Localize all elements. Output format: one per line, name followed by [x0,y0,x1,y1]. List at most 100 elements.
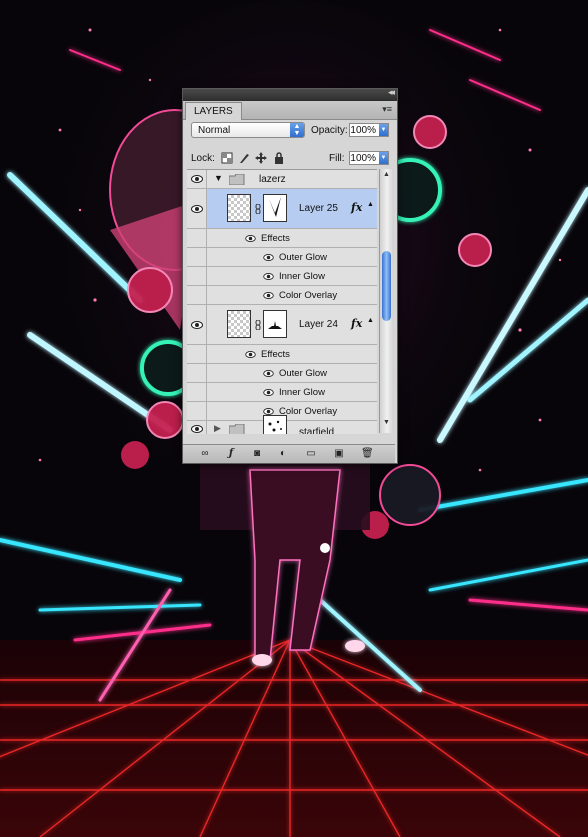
eye-icon[interactable] [245,351,256,358]
eye-icon[interactable] [191,321,203,329]
effect-row[interactable]: Outer Glow [187,364,377,383]
layer-mask-thumbnail[interactable] [263,310,287,338]
layer-row-25[interactable]: Layer 25 fx ▲ [187,189,377,229]
folder-icon [229,174,245,185]
eye-icon[interactable] [263,254,274,261]
effects-label: Effects [261,349,290,360]
opacity-label: Opacity: [311,125,348,136]
effect-row[interactable]: Inner Glow [187,267,377,286]
link-icon[interactable] [255,204,261,214]
fill-label: Fill: [329,153,345,164]
eye-icon[interactable] [263,370,274,377]
effect-outer-glow: Outer Glow [279,368,328,379]
eye-icon[interactable] [191,175,203,183]
visibility-toggle-empty[interactable] [187,364,207,382]
layer-name[interactable]: Layer 25 [299,203,338,214]
blend-opacity-row: Normal ▲ ▼ Opacity: 100% ▼ [191,122,389,140]
lock-fill-row: Lock: Fill: 100% ▼ [191,151,389,167]
eye-icon[interactable] [191,425,203,433]
fx-icon[interactable]: ƒ [225,448,237,460]
eye-icon[interactable] [263,292,274,299]
panel-tab-row: LAYERS ▾≡ [183,101,397,120]
layer-mask-thumbnail[interactable] [263,415,287,434]
lock-position-icon[interactable] [255,152,267,164]
opacity-slider-arrow-icon[interactable]: ▼ [379,124,388,136]
panel-menu-icon[interactable]: ▾≡ [382,104,392,115]
eye-icon[interactable] [191,205,203,213]
folder-icon [229,424,245,434]
tab-layers[interactable]: LAYERS [185,102,242,120]
add-mask-icon[interactable]: ◙ [251,448,263,460]
visibility-toggle-empty[interactable] [187,383,207,401]
visibility-toggle[interactable] [187,305,207,344]
mask-shape-icon [269,197,281,217]
effect-row[interactable]: Inner Glow [187,383,377,402]
effect-color-overlay: Color Overlay [279,290,338,301]
opacity-value: 100% [350,125,376,136]
trash-icon[interactable]: 🗑 [361,448,374,460]
blend-mode-dropdown[interactable]: Normal ▲ ▼ [191,122,305,138]
group-expand-triangle-icon[interactable]: ▼ [214,173,223,183]
effects-row[interactable]: Effects [187,345,377,364]
effect-row[interactable]: Outer Glow [187,248,377,267]
opacity-field[interactable]: 100% ▼ [349,123,389,137]
mask-shape-icon [268,321,282,329]
visibility-toggle[interactable] [187,421,207,434]
visibility-toggle-empty[interactable] [187,248,207,266]
collapse-effects-triangle-icon[interactable]: ▲ [367,201,374,208]
lock-all-icon[interactable] [273,152,285,164]
visibility-toggle-empty[interactable] [187,286,207,304]
lock-label: Lock: [191,153,215,164]
fill-slider-arrow-icon[interactable]: ▼ [379,152,388,164]
adjustment-layer-icon[interactable]: ◐ [277,448,289,460]
layer-group-row-partial[interactable]: ▶ starfield [187,415,377,434]
visibility-toggle[interactable] [187,170,207,188]
link-layers-icon[interactable]: ∞ [199,448,211,460]
scroll-thumb[interactable] [382,251,391,321]
fx-icon[interactable]: fx [351,201,362,214]
visibility-toggle-empty[interactable] [187,402,207,420]
effect-inner-glow: Inner Glow [279,271,325,282]
new-group-icon[interactable]: ▭ [305,448,317,460]
visibility-toggle-empty[interactable] [187,229,207,247]
eye-icon[interactable] [245,235,256,242]
effects-row[interactable]: Effects [187,229,377,248]
eye-icon[interactable] [263,408,274,415]
effect-inner-glow: Inner Glow [279,387,325,398]
collapse-panel-icon[interactable]: ◂◂ [388,87,395,98]
fill-value: 100% [350,153,376,164]
layer-name[interactable]: Layer 24 [299,319,338,330]
group-name: lazerz [259,174,286,185]
fill-field[interactable]: 100% ▼ [349,151,389,165]
layer-name[interactable]: starfield [299,427,334,434]
layers-scrollbar[interactable]: ▲ ▼ [379,169,394,433]
panel-titlebar[interactable]: ◂◂ [183,87,397,101]
collapse-effects-triangle-icon[interactable]: ▲ [367,317,374,324]
layer-row-24[interactable]: Layer 24 fx ▲ [187,305,377,345]
eye-icon[interactable] [263,273,274,280]
eye-icon[interactable] [263,389,274,396]
lock-transparent-pixels-icon[interactable] [221,152,233,164]
layer-group-row[interactable]: ▼ lazerz [187,170,377,189]
scroll-down-icon[interactable]: ▼ [381,419,392,431]
visibility-toggle-empty[interactable] [187,345,207,363]
panel-bottom-bar: ∞ ƒ ◙ ◐ ▭ ▣ 🗑 [183,444,395,463]
layers-list: ▼ lazerz Layer 25 fx ▲ Effects Outer Glo… [187,169,377,434]
layer-thumbnail[interactable] [227,310,251,338]
group-expand-triangle-icon[interactable]: ▶ [214,423,221,434]
layer-thumbnail[interactable] [227,194,251,222]
scroll-up-icon[interactable]: ▲ [381,171,392,183]
layers-panel: ◂◂ LAYERS ▾≡ Normal ▲ ▼ Opacity: 100% ▼ L… [182,87,398,464]
mask-shape-icon [268,420,282,432]
layer-mask-thumbnail[interactable] [263,194,287,222]
dropdown-arrows-icon[interactable]: ▲ ▼ [290,123,304,137]
new-layer-icon[interactable]: ▣ [333,448,345,460]
visibility-toggle[interactable] [187,189,207,228]
visibility-toggle-empty[interactable] [187,267,207,285]
fx-icon[interactable]: fx [351,317,362,330]
effect-row[interactable]: Color Overlay [187,286,377,305]
lock-image-pixels-icon[interactable] [238,152,250,164]
link-icon[interactable] [255,320,261,330]
blend-mode-value: Normal [198,125,231,136]
effect-color-overlay: Color Overlay [279,406,338,417]
